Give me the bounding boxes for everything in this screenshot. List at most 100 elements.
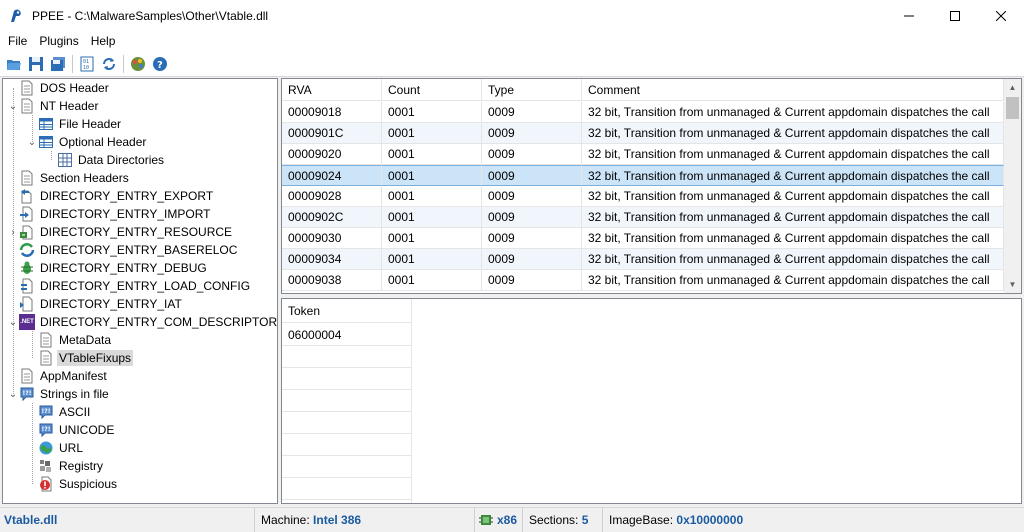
document-icon bbox=[19, 98, 35, 114]
cell-rva: 0000902C bbox=[282, 207, 382, 228]
tree-item-ascii[interactable]: !?! ASCII bbox=[38, 403, 92, 421]
imagebase-label: ImageBase: bbox=[609, 512, 674, 527]
status-bar: Vtable.dll Machine: Intel 386 x86 Sectio… bbox=[0, 507, 1024, 532]
cell-rva: 00009018 bbox=[282, 102, 382, 123]
open-button[interactable] bbox=[3, 53, 24, 75]
menu-plugins[interactable]: Plugins bbox=[33, 34, 84, 48]
refresh-button[interactable] bbox=[98, 53, 119, 75]
tree-item-label: Data Directories bbox=[78, 153, 165, 167]
minimize-button[interactable] bbox=[886, 0, 932, 31]
column-header-token[interactable]: Token bbox=[282, 299, 412, 323]
resource-icon bbox=[19, 224, 35, 240]
collapse-chevron-icon[interactable]: ⌄ bbox=[7, 385, 19, 403]
help-button[interactable]: ? bbox=[149, 53, 170, 75]
status-filename: Vtable.dll bbox=[4, 512, 58, 527]
table-row[interactable]: 00009018 0001 0009 32 bit, Transition from … bbox=[282, 102, 1004, 123]
table-row[interactable]: 00009024 0001 0009 32 bit, Transition from … bbox=[282, 165, 1004, 186]
collapse-chevron-icon[interactable]: ⌄ bbox=[26, 133, 38, 151]
scroll-up-icon[interactable]: ▲ bbox=[1004, 79, 1021, 96]
save-all-button[interactable] bbox=[47, 53, 68, 75]
table-row bbox=[282, 368, 412, 390]
config-icon bbox=[19, 278, 35, 294]
tree-item-directory-entry-resource[interactable]: › DIRECTORY_ENTRY_RESOURCE bbox=[7, 223, 234, 241]
tree-item-label: ASCII bbox=[59, 405, 91, 419]
table-row bbox=[282, 346, 412, 368]
tree-item-directory-entry-com-descriptor[interactable]: ⌄ .NET DIRECTORY_ENTRY_COM_DESCRIPTOR bbox=[7, 313, 277, 331]
cell-type: 0009 bbox=[482, 249, 582, 270]
tree-item-directory-entry-import[interactable]: DIRECTORY_ENTRY_IMPORT bbox=[19, 205, 212, 223]
scroll-thumb[interactable] bbox=[1006, 97, 1019, 119]
tree-item-label: Optional Header bbox=[59, 135, 147, 149]
column-header-count[interactable]: Count bbox=[382, 79, 482, 101]
hex-view-icon: 0110 bbox=[80, 56, 93, 71]
table-row[interactable]: 06000004 bbox=[282, 324, 412, 346]
vertical-scrollbar[interactable]: ▲ ▼ bbox=[1004, 79, 1021, 293]
scroll-down-icon[interactable]: ▼ bbox=[1004, 276, 1021, 293]
cell-comment: 32 bit, Transition from unmanaged & Curr… bbox=[582, 144, 1004, 165]
tree-item-label: MetaData bbox=[59, 333, 112, 347]
tree-item-strings-in-file[interactable]: ⌄!?! Strings in file bbox=[7, 385, 111, 403]
tree-item-registry[interactable]: Registry bbox=[38, 457, 105, 475]
table-row[interactable]: 00009030 0001 0009 32 bit, Transition from … bbox=[282, 228, 1004, 249]
cell-token: 06000004 bbox=[282, 324, 412, 346]
tree-item-directory-entry-basereloc[interactable]: DIRECTORY_ENTRY_BASERELOC bbox=[19, 241, 239, 259]
column-header-rva[interactable]: RVA bbox=[282, 79, 382, 101]
cell-type: 0009 bbox=[482, 186, 582, 207]
tree-item-nt-header[interactable]: ⌄ NT Header bbox=[7, 97, 100, 115]
table-row[interactable]: 0000902C 0001 0009 32 bit, Transition from … bbox=[282, 207, 1004, 228]
cell-comment: 32 bit, Transition from unmanaged & Curr… bbox=[582, 123, 1004, 144]
table-icon bbox=[38, 116, 54, 132]
cell-count: 0001 bbox=[382, 186, 482, 207]
cell-token bbox=[282, 478, 412, 500]
collapse-chevron-icon[interactable]: ⌄ bbox=[7, 313, 19, 331]
column-header-type[interactable]: Type bbox=[482, 79, 582, 101]
expand-chevron-icon[interactable]: › bbox=[7, 223, 19, 241]
cell-token bbox=[282, 390, 412, 412]
menu-file[interactable]: File bbox=[2, 34, 33, 48]
strings-icon: !?! bbox=[19, 386, 35, 402]
tree-item-dos-header[interactable]: DOS Header bbox=[19, 79, 111, 97]
tree-item-data-directories[interactable]: Data Directories bbox=[57, 151, 166, 169]
table-row[interactable]: 00009038 0001 0009 32 bit, Transition from … bbox=[282, 270, 1004, 291]
tree-item-unicode[interactable]: !?! UNICODE bbox=[38, 421, 116, 439]
menu-help[interactable]: Help bbox=[85, 34, 122, 48]
tree-item-vtablefixups[interactable]: VTableFixups bbox=[38, 349, 134, 367]
tree-item-directory-entry-debug[interactable]: DIRECTORY_ENTRY_DEBUG bbox=[19, 259, 209, 277]
close-button[interactable] bbox=[978, 0, 1024, 31]
machine-label: Machine: bbox=[261, 512, 310, 527]
cell-type: 0009 bbox=[482, 270, 582, 291]
maximize-button[interactable] bbox=[932, 0, 978, 31]
pe-structure-tree[interactable]: DOS Header ⌄ NT Header File Header ⌄ Optional… bbox=[2, 78, 278, 504]
grid-icon bbox=[57, 152, 73, 168]
table-row[interactable]: 00009034 0001 0009 32 bit, Transition from … bbox=[282, 249, 1004, 270]
tree-item-appmanifest[interactable]: AppManifest bbox=[19, 367, 109, 385]
table-row[interactable]: 00009028 0001 0009 32 bit, Transition from … bbox=[282, 186, 1004, 207]
strings-icon: !?! bbox=[38, 404, 54, 420]
reloc-icon bbox=[19, 242, 35, 258]
document-icon bbox=[38, 332, 54, 348]
column-header-comment[interactable]: Comment bbox=[582, 79, 1004, 101]
cell-comment: 32 bit, Transition from unmanaged & Curr… bbox=[582, 102, 1004, 123]
tree-item-url[interactable]: URL bbox=[38, 439, 85, 457]
tree-item-label: AppManifest bbox=[40, 369, 107, 383]
tree-item-metadata[interactable]: MetaData bbox=[38, 331, 113, 349]
tree-item-suspicious[interactable]: Suspicious bbox=[38, 475, 119, 493]
tree-item-optional-header[interactable]: ⌄ Optional Header bbox=[26, 133, 148, 151]
collapse-chevron-icon[interactable]: ⌄ bbox=[7, 97, 19, 115]
document-icon bbox=[38, 350, 54, 366]
cell-comment: 32 bit, Transition from unmanaged & Curr… bbox=[582, 207, 1004, 228]
tree-item-directory-entry-export[interactable]: DIRECTORY_ENTRY_EXPORT bbox=[19, 187, 215, 205]
tree-item-directory-entry-iat[interactable]: DIRECTORY_ENTRY_IAT bbox=[19, 295, 184, 313]
plugins-button[interactable] bbox=[127, 53, 148, 75]
document-icon bbox=[19, 170, 35, 186]
table-row[interactable]: 0000901C 0001 0009 32 bit, Transition from … bbox=[282, 123, 1004, 144]
table-row bbox=[282, 456, 412, 478]
tree-item-label: DIRECTORY_ENTRY_BASERELOC bbox=[40, 243, 238, 257]
tree-item-directory-entry-load-config[interactable]: DIRECTORY_ENTRY_LOAD_CONFIG bbox=[19, 277, 252, 295]
tree-item-file-header[interactable]: File Header bbox=[38, 115, 123, 133]
table-row[interactable]: 00009020 0001 0009 32 bit, Transition from … bbox=[282, 144, 1004, 165]
tree-item-section-headers[interactable]: Section Headers bbox=[19, 169, 131, 187]
save-button[interactable] bbox=[25, 53, 46, 75]
hex-button[interactable]: 01 10 bbox=[76, 53, 97, 75]
svg-text:10: 10 bbox=[83, 65, 89, 71]
